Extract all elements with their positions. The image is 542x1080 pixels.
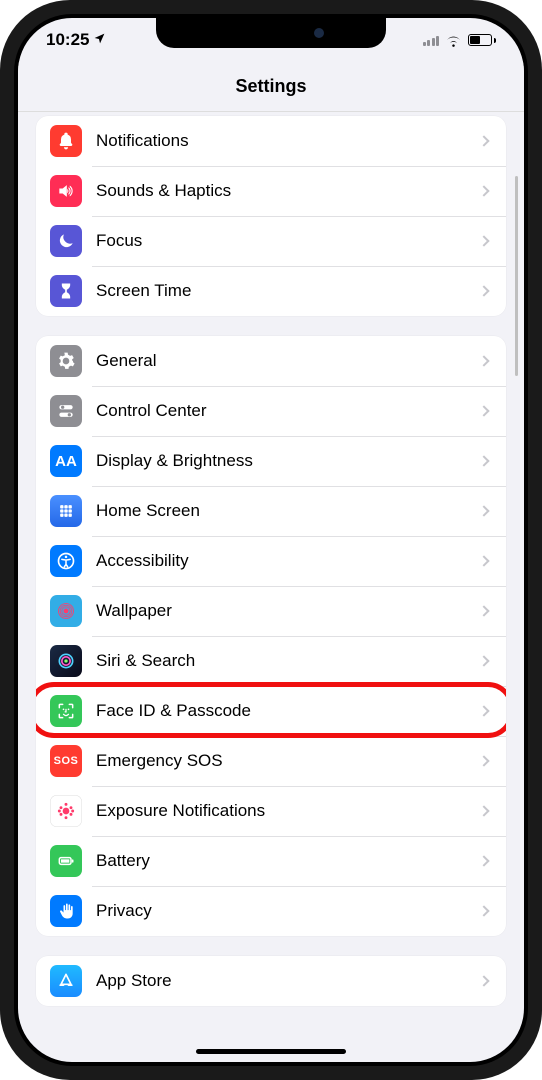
row-notifications[interactable]: Notifications	[36, 116, 506, 166]
settings-group: General Control Center AA	[36, 336, 506, 936]
chevron-right-icon	[478, 805, 489, 816]
settings-list[interactable]: Notifications Sounds & Haptics	[18, 112, 524, 1062]
screen: 10:25 Settings	[18, 18, 524, 1062]
row-label: Emergency SOS	[82, 751, 480, 771]
row-label: Face ID & Passcode	[82, 701, 480, 721]
switches-icon	[50, 395, 82, 427]
chevron-right-icon	[478, 555, 489, 566]
row-label: General	[82, 351, 480, 371]
row-label: Battery	[82, 851, 480, 871]
text-size-icon: AA	[50, 445, 82, 477]
row-controlcenter[interactable]: Control Center	[36, 386, 506, 436]
speaker-icon	[50, 175, 82, 207]
siri-icon	[50, 645, 82, 677]
sos-label: SOS	[54, 755, 79, 767]
row-label: Wallpaper	[82, 601, 480, 621]
row-siri[interactable]: Siri & Search	[36, 636, 506, 686]
aa-label: AA	[55, 453, 77, 470]
battery-icon	[468, 34, 496, 46]
row-label: Siri & Search	[82, 651, 480, 671]
row-screentime[interactable]: Screen Time	[36, 266, 506, 316]
row-homescreen[interactable]: Home Screen	[36, 486, 506, 536]
row-label: Control Center	[82, 401, 480, 421]
gear-icon	[50, 345, 82, 377]
row-label: Home Screen	[82, 501, 480, 521]
chevron-right-icon	[478, 975, 489, 986]
sos-icon: SOS	[50, 745, 82, 777]
row-label: Privacy	[82, 901, 480, 921]
row-label: Focus	[82, 231, 480, 251]
hand-icon	[50, 895, 82, 927]
chevron-right-icon	[478, 505, 489, 516]
row-label: Exposure Notifications	[82, 801, 480, 821]
status-time: 10:25	[46, 30, 89, 50]
row-label: Notifications	[82, 131, 480, 151]
chevron-right-icon	[478, 185, 489, 196]
row-faceid[interactable]: Face ID & Passcode	[36, 686, 506, 736]
row-sos[interactable]: SOS Emergency SOS	[36, 736, 506, 786]
notch	[156, 18, 386, 48]
battery-icon	[50, 845, 82, 877]
bell-icon	[50, 125, 82, 157]
page-title: Settings	[235, 76, 306, 97]
chevron-right-icon	[478, 285, 489, 296]
row-label: Accessibility	[82, 551, 480, 571]
cellular-icon	[423, 34, 440, 46]
moon-icon	[50, 225, 82, 257]
nav-header: Settings	[18, 62, 524, 112]
phone-frame: 10:25 Settings	[0, 0, 542, 1080]
row-general[interactable]: General	[36, 336, 506, 386]
chevron-right-icon	[478, 455, 489, 466]
chevron-right-icon	[478, 235, 489, 246]
chevron-right-icon	[478, 655, 489, 666]
faceid-icon	[50, 695, 82, 727]
chevron-right-icon	[478, 355, 489, 366]
settings-group: Notifications Sounds & Haptics	[36, 116, 506, 316]
row-label: Screen Time	[82, 281, 480, 301]
wifi-icon	[445, 34, 462, 47]
settings-group: App Store	[36, 956, 506, 1006]
row-accessibility[interactable]: Accessibility	[36, 536, 506, 586]
row-display[interactable]: AA Display & Brightness	[36, 436, 506, 486]
exposure-icon	[50, 795, 82, 827]
chevron-right-icon	[478, 605, 489, 616]
chevron-right-icon	[478, 905, 489, 916]
row-label: Sounds & Haptics	[82, 181, 480, 201]
flower-icon	[50, 595, 82, 627]
chevron-right-icon	[478, 855, 489, 866]
chevron-right-icon	[478, 755, 489, 766]
chevron-right-icon	[478, 705, 489, 716]
row-wallpaper[interactable]: Wallpaper	[36, 586, 506, 636]
hourglass-icon	[50, 275, 82, 307]
row-sounds[interactable]: Sounds & Haptics	[36, 166, 506, 216]
row-appstore[interactable]: App Store	[36, 956, 506, 1006]
row-label: App Store	[82, 971, 480, 991]
chevron-right-icon	[478, 135, 489, 146]
accessibility-icon	[50, 545, 82, 577]
home-indicator[interactable]	[196, 1049, 346, 1054]
row-battery[interactable]: Battery	[36, 836, 506, 886]
row-privacy[interactable]: Privacy	[36, 886, 506, 936]
scroll-indicator[interactable]	[515, 176, 518, 376]
location-icon	[93, 30, 106, 50]
row-exposure[interactable]: Exposure Notifications	[36, 786, 506, 836]
row-label: Display & Brightness	[82, 451, 480, 471]
chevron-right-icon	[478, 405, 489, 416]
row-focus[interactable]: Focus	[36, 216, 506, 266]
grid-icon	[50, 495, 82, 527]
appstore-icon	[50, 965, 82, 997]
